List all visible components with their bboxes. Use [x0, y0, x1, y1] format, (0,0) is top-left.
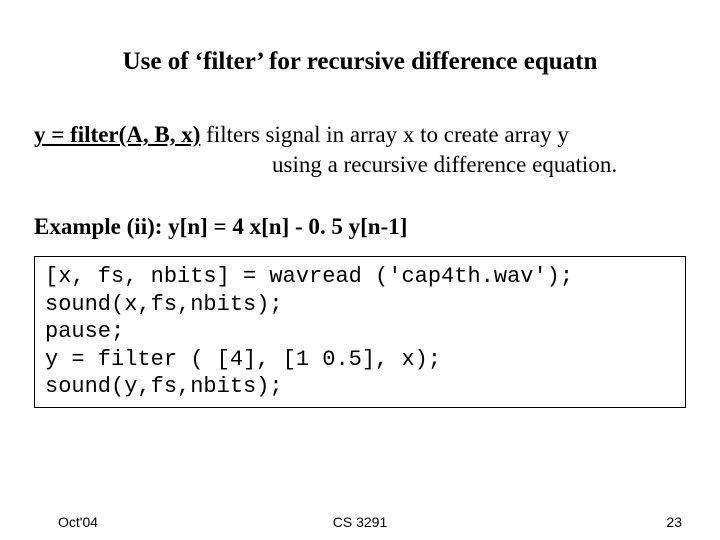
footer-course: CS 3291: [0, 514, 720, 530]
example-label: Example (ii):: [34, 214, 168, 239]
code-block: [x, fs, nbits] = wavread ('cap4th.wav');…: [34, 256, 686, 408]
example-equation: y[n] = 4 x[n] - 0. 5 y[n-1]: [168, 214, 407, 239]
slide: Use of ‘filter’ for recursive difference…: [0, 0, 720, 540]
example-line: Example (ii): y[n] = 4 x[n] - 0. 5 y[n-1…: [34, 214, 686, 240]
footer-page-number: 23: [666, 514, 682, 530]
filter-description-line2: using a recursive difference equation.: [34, 152, 686, 178]
filter-description-line1: y = filter(A, B, x) filters signal in ar…: [34, 122, 686, 148]
function-call: y = filter(A, B, x): [34, 122, 200, 147]
slide-title: Use of ‘filter’ for recursive difference…: [34, 48, 686, 76]
desc-rest: filters signal in array x to create arra…: [200, 122, 568, 147]
